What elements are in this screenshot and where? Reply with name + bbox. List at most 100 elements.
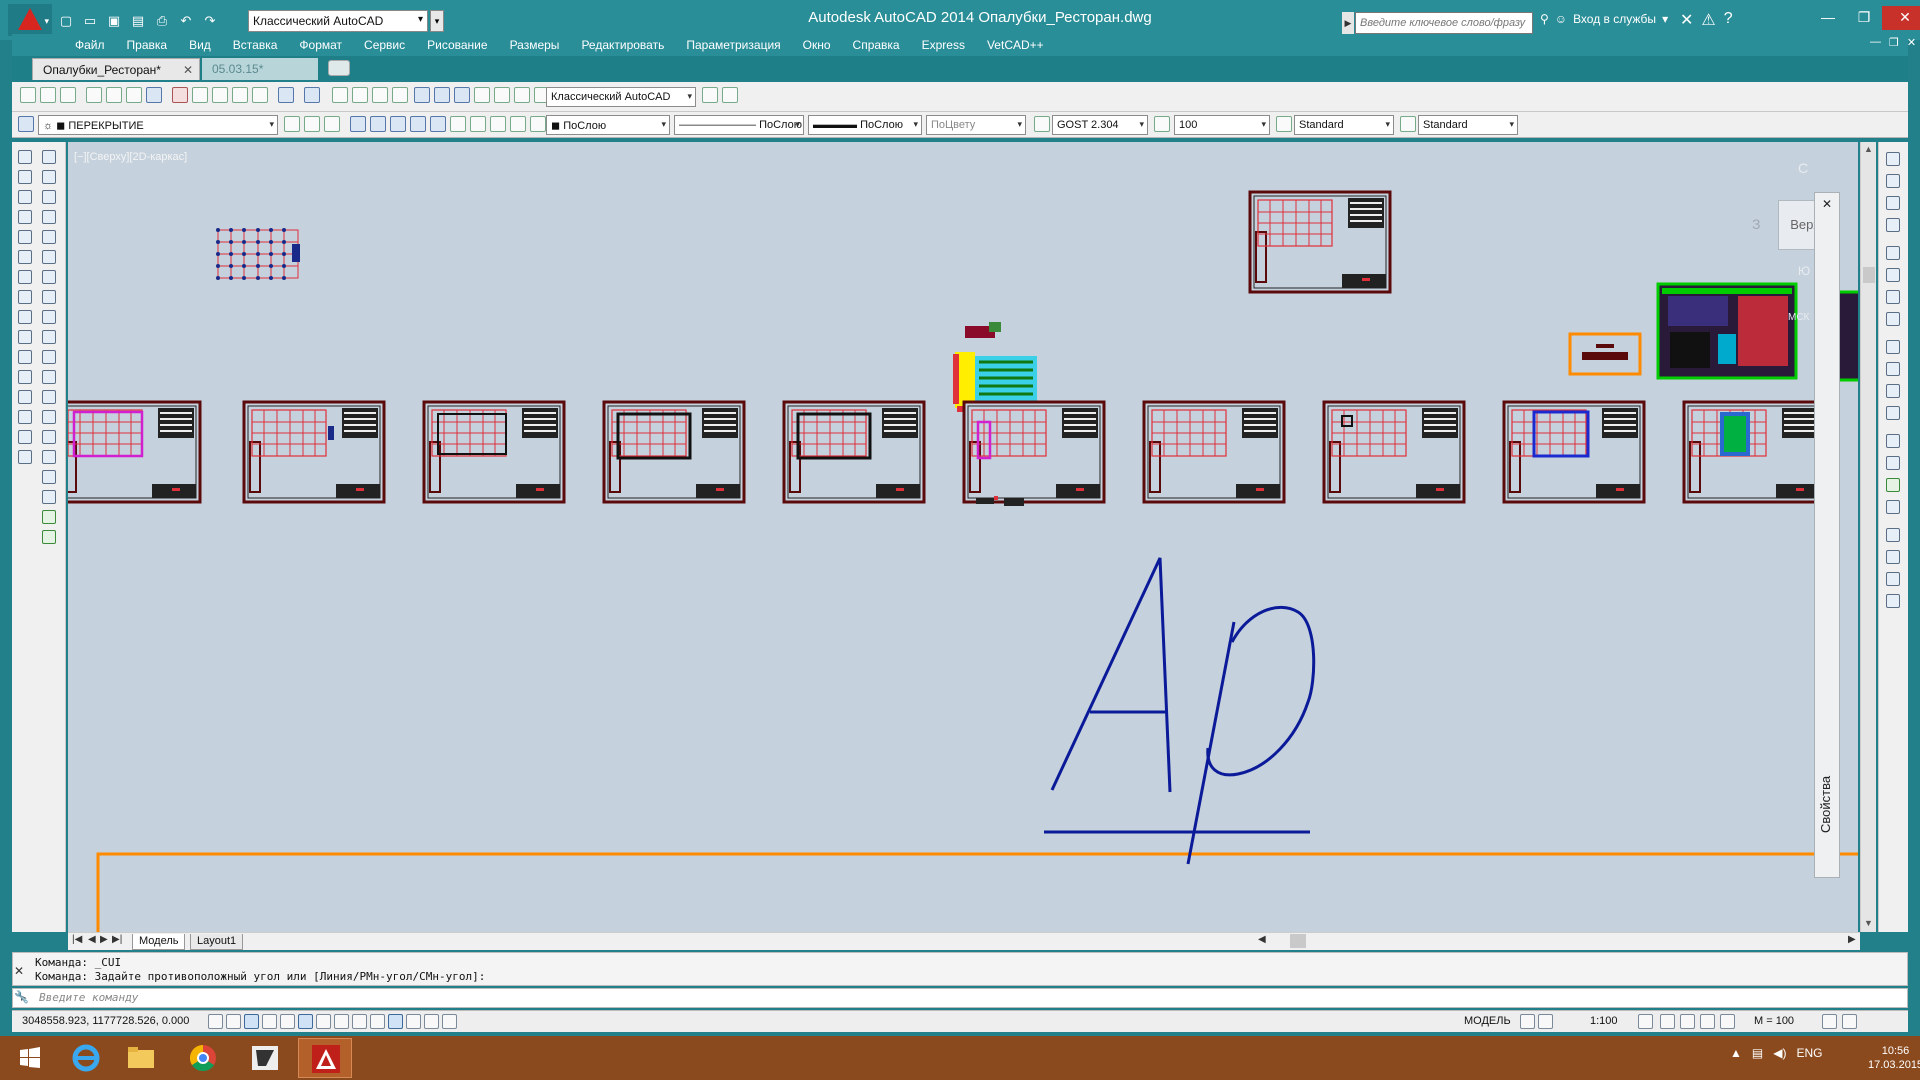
ordinate-dim-icon[interactable] (1886, 218, 1900, 232)
revision-cloud-icon[interactable] (42, 290, 56, 304)
dim-style-combo[interactable]: 100 ▾ (1174, 115, 1270, 135)
dim-update-icon[interactable] (1886, 572, 1900, 586)
dynamic-input-icon[interactable] (370, 1014, 385, 1029)
match-properties-icon[interactable] (232, 87, 248, 103)
menu-draw[interactable]: Рисование (416, 34, 498, 56)
add-selected-icon[interactable] (42, 530, 56, 544)
continue-dim-icon[interactable] (1886, 384, 1900, 398)
search-expand-icon[interactable]: ▶ (1342, 12, 1354, 34)
scroll-up-icon[interactable]: ▲ (1864, 144, 1873, 154)
dim-style-icon[interactable] (1886, 594, 1900, 608)
tolerance-icon[interactable] (1886, 434, 1900, 448)
customize-icon[interactable] (722, 87, 738, 103)
plot-preview-icon[interactable] (106, 87, 122, 103)
viewcube-west-label[interactable]: З (1752, 216, 1760, 232)
menu-parametric[interactable]: Параметризация (675, 34, 791, 56)
dim-text-edit-icon[interactable] (1886, 550, 1900, 564)
new-file-icon[interactable]: ▢ (56, 11, 76, 31)
horizontal-scrollbar-thumb[interactable] (1290, 934, 1306, 948)
lineweight-icon[interactable] (388, 1014, 403, 1029)
quickcalc-icon[interactable] (514, 87, 530, 103)
scroll-left-icon[interactable]: ◀ (1258, 934, 1266, 945)
layer-state-icon[interactable] (324, 116, 340, 132)
rotate-icon[interactable] (18, 270, 32, 284)
workspace-combo[interactable]: Классический AutoCAD ▾ (546, 87, 696, 107)
layer-merge-icon[interactable] (530, 116, 546, 132)
quick-view-layouts-icon[interactable] (1520, 1014, 1535, 1029)
doc-close-button[interactable]: ✕ (1907, 36, 1916, 49)
layer-unlock-icon[interactable] (490, 116, 506, 132)
mirror-icon[interactable] (18, 190, 32, 204)
customize-wrench-icon[interactable]: 🔧 (14, 990, 29, 1004)
linetype-combo[interactable]: ――――――― ПоСлою ▾ (674, 115, 804, 135)
stretch-icon[interactable] (18, 310, 32, 324)
properties-palette[interactable]: ✕ Свойства (1814, 192, 1840, 878)
maximize-button[interactable]: ❐ (1846, 6, 1882, 30)
make-current-layer-icon[interactable] (284, 116, 300, 132)
show-hidden-icons[interactable]: ▲ (1730, 1046, 1742, 1060)
infer-constraints-icon[interactable] (208, 1014, 223, 1029)
cleanscreen-icon[interactable] (1822, 1014, 1837, 1029)
join-icon[interactable] (18, 390, 32, 404)
qat-customize-button[interactable]: ▾ (430, 10, 444, 32)
zoom-window-icon[interactable] (372, 87, 388, 103)
ucs-menu[interactable]: МСК (1788, 312, 1809, 323)
mleader-style-combo[interactable]: Standard ▾ (1418, 115, 1518, 135)
plot-icon[interactable] (86, 87, 102, 103)
text-style-combo[interactable]: GOST 2.304 ▾ (1052, 115, 1148, 135)
search-input[interactable]: Введите ключевое слово/фразу (1355, 12, 1533, 34)
print-icon[interactable]: ⎙ (152, 11, 172, 31)
save-as-icon[interactable]: ▤ (128, 11, 148, 31)
prev-layout-icon[interactable]: ◀ (88, 934, 96, 945)
internet-explorer-taskbar-button[interactable] (60, 1038, 114, 1078)
baseline-dim-icon[interactable] (1886, 362, 1900, 376)
grid-display-icon[interactable] (244, 1014, 259, 1029)
layer-unisolate-icon[interactable] (410, 116, 426, 132)
help-icon[interactable]: ? (1724, 10, 1733, 30)
save-icon[interactable]: ▣ (104, 11, 124, 31)
minimize-button[interactable]: — (1810, 6, 1846, 30)
layer-change-icon[interactable] (370, 116, 386, 132)
layer-previous-icon[interactable] (304, 116, 320, 132)
close-icon[interactable]: ✕ (1822, 197, 1832, 211)
isolate-objects-icon[interactable] (1700, 1014, 1715, 1029)
tool-palettes-icon[interactable] (454, 87, 470, 103)
break-icon[interactable] (18, 370, 32, 384)
fillet-icon[interactable] (18, 430, 32, 444)
scroll-down-icon[interactable]: ▼ (1864, 918, 1873, 928)
layer-manager-icon[interactable] (18, 116, 34, 132)
arc-icon[interactable] (42, 250, 56, 264)
quick-dim-icon[interactable] (1886, 340, 1900, 354)
plotstyle-combo[interactable]: ПоЦвету ▾ (926, 115, 1026, 135)
menu-format[interactable]: Формат (288, 34, 353, 56)
menu-insert[interactable]: Вставка (222, 34, 289, 56)
layer-combo[interactable]: ☼ ◼ ПЕРЕКРЫТИЕ ▾ (38, 115, 278, 135)
next-layout-icon[interactable]: ▶ (100, 934, 108, 945)
spline-icon[interactable] (42, 310, 56, 324)
menu-help[interactable]: Справка (842, 34, 911, 56)
coordinates-readout[interactable]: 3048558.923, 1177728.526, 0.000 (22, 1015, 189, 1027)
polar-tracking-icon[interactable] (280, 1014, 295, 1029)
autocad-app-taskbar-button[interactable] (238, 1038, 292, 1078)
layer-match-icon[interactable] (350, 116, 366, 132)
autodesk-a360-icon[interactable]: ⚠ (1701, 10, 1715, 30)
center-mark-icon[interactable] (1886, 456, 1900, 470)
menu-dimension[interactable]: Размеры (499, 34, 571, 56)
redo-icon[interactable] (304, 87, 320, 103)
inspection-icon[interactable] (1886, 478, 1900, 492)
volume-icon[interactable]: ◀) (1773, 1046, 1786, 1060)
hardware-acceleration-icon[interactable] (1720, 1014, 1735, 1029)
3d-object-snap-icon[interactable] (316, 1014, 331, 1029)
3d-dwf-icon[interactable] (146, 87, 162, 103)
scale-icon[interactable] (18, 290, 32, 304)
close-icon[interactable]: ✕ (183, 63, 193, 77)
extend-icon[interactable] (18, 350, 32, 364)
annotation-scale-readout[interactable]: М = 100 (1754, 1015, 1794, 1027)
new-icon[interactable] (20, 87, 36, 103)
paste-icon[interactable] (212, 87, 228, 103)
sign-in-button[interactable]: ⚲ ☺ Вход в службы ▾ (1540, 12, 1668, 26)
properties-icon[interactable] (414, 87, 430, 103)
lock-ui-icon[interactable] (1680, 1014, 1695, 1029)
open-icon[interactable] (40, 87, 56, 103)
doc-restore-button[interactable]: ❐ (1889, 36, 1899, 49)
